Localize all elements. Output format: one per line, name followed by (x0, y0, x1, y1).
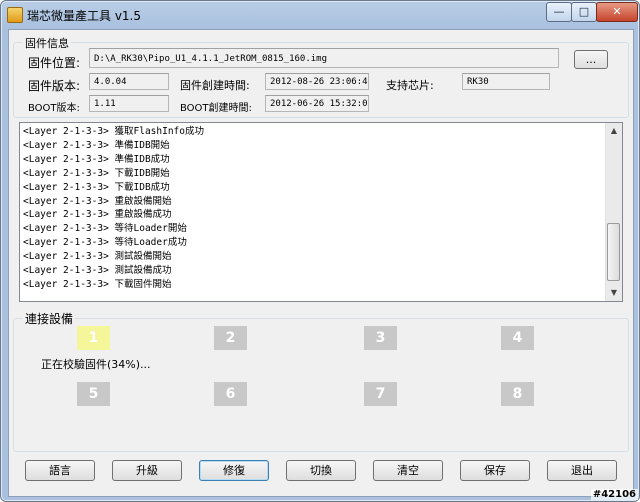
save-button[interactable]: 保存 (460, 460, 530, 481)
device-slot-1[interactable]: 1 (77, 326, 110, 350)
firmware-location-field[interactable]: D:\A_RK30\Pipo_U1_4.1.1_JetROM_0815_160.… (89, 48, 559, 68)
log-listbox[interactable]: <Layer 2-1-3-3> 獲取FlashInfo成功 <Layer 2-1… (19, 122, 623, 302)
device-slot-2[interactable]: 2 (214, 326, 247, 350)
window-title: 瑞芯微量產工具 v1.5 (27, 9, 142, 23)
title-bar[interactable]: 瑞芯微量產工具 v1.5 — □ ✕ (1, 1, 639, 29)
log-line: <Layer 2-1-3-3> 準備IDB開始 (23, 139, 170, 151)
exit-button[interactable]: 退出 (547, 460, 617, 481)
maximize-button[interactable]: □ (571, 2, 597, 22)
log-line: <Layer 2-1-3-3> 重啟設備成功 (23, 209, 172, 221)
device-slot-3[interactable]: 3 (364, 326, 397, 350)
log-line: <Layer 2-1-3-3> 下載固件開始 (23, 278, 172, 290)
device-slot-6[interactable]: 6 (214, 382, 247, 406)
log-line: <Layer 2-1-3-3> 下載IDB開始 (23, 167, 170, 179)
firmware-version-label: 固件版本: (28, 79, 81, 93)
log-line: <Layer 2-1-3-3> 獲取FlashInfo成功 (23, 126, 204, 137)
firmware-location-label: 固件位置: (28, 56, 81, 70)
boot-created-field: 2012-06-26 15:32:00 (265, 95, 369, 112)
log-lines: <Layer 2-1-3-3> 獲取FlashInfo成功 <Layer 2-1… (23, 125, 608, 292)
connected-devices-title: 連接設備 (23, 310, 76, 327)
log-line: <Layer 2-1-3-3> 準備IDB成功 (23, 153, 170, 165)
scroll-thumb[interactable] (607, 223, 620, 281)
firmware-created-field: 2012-08-26 23:06:43 (265, 73, 369, 90)
log-line: <Layer 2-1-3-3> 測試設備開始 (23, 251, 172, 263)
log-line: <Layer 2-1-3-3> 等待Loader開始 (23, 223, 187, 235)
watermark-text: #42106 (590, 489, 638, 500)
log-line: <Layer 2-1-3-3> 測試設備成功 (23, 265, 172, 277)
browse-button[interactable]: ... (574, 50, 608, 69)
log-line: <Layer 2-1-3-3> 下載IDB成功 (23, 181, 170, 193)
app-window: 瑞芯微量產工具 v1.5 — □ ✕ 固件信息 固件位置: D:\A_RK30\… (0, 0, 640, 502)
app-icon (7, 7, 23, 23)
device-slot-8[interactable]: 8 (501, 382, 534, 406)
firmware-info-title: 固件信息 (23, 35, 71, 51)
boot-created-label: BOOT創建時間: (180, 103, 252, 114)
language-button[interactable]: 語言 (25, 460, 95, 481)
boot-version-field: 1.11 (89, 95, 169, 112)
log-line: <Layer 2-1-3-3> 重啟設備開始 (23, 195, 172, 207)
client-area: 固件信息 固件位置: D:\A_RK30\Pipo_U1_4.1.1_JetRO… (8, 29, 634, 497)
log-scrollbar[interactable]: ▲ ▼ (605, 123, 622, 301)
minimize-button[interactable]: — (546, 2, 572, 22)
log-line: <Layer 2-1-3-3> 等待Loader成功 (23, 237, 187, 249)
switch-button[interactable]: 切換 (286, 460, 356, 481)
firmware-created-label: 固件創建時間: (180, 79, 250, 92)
clear-button[interactable]: 清空 (373, 460, 443, 481)
supported-chip-label: 支持芯片: (386, 79, 434, 92)
scroll-down-arrow-icon[interactable]: ▼ (606, 285, 622, 301)
repair-button[interactable]: 修復 (199, 460, 269, 481)
device-slot-4[interactable]: 4 (501, 326, 534, 350)
close-button[interactable]: ✕ (596, 2, 638, 22)
device-slot-5[interactable]: 5 (77, 382, 110, 406)
boot-version-label: BOOT版本: (28, 103, 80, 114)
upgrade-button[interactable]: 升級 (112, 460, 182, 481)
device-1-status: 正在校驗固件(34%)... (41, 358, 151, 371)
scroll-up-arrow-icon[interactable]: ▲ (606, 123, 622, 139)
device-slot-7[interactable]: 7 (364, 382, 397, 406)
supported-chip-field: RK30 (462, 73, 550, 90)
firmware-version-field: 4.0.04 (89, 73, 169, 90)
